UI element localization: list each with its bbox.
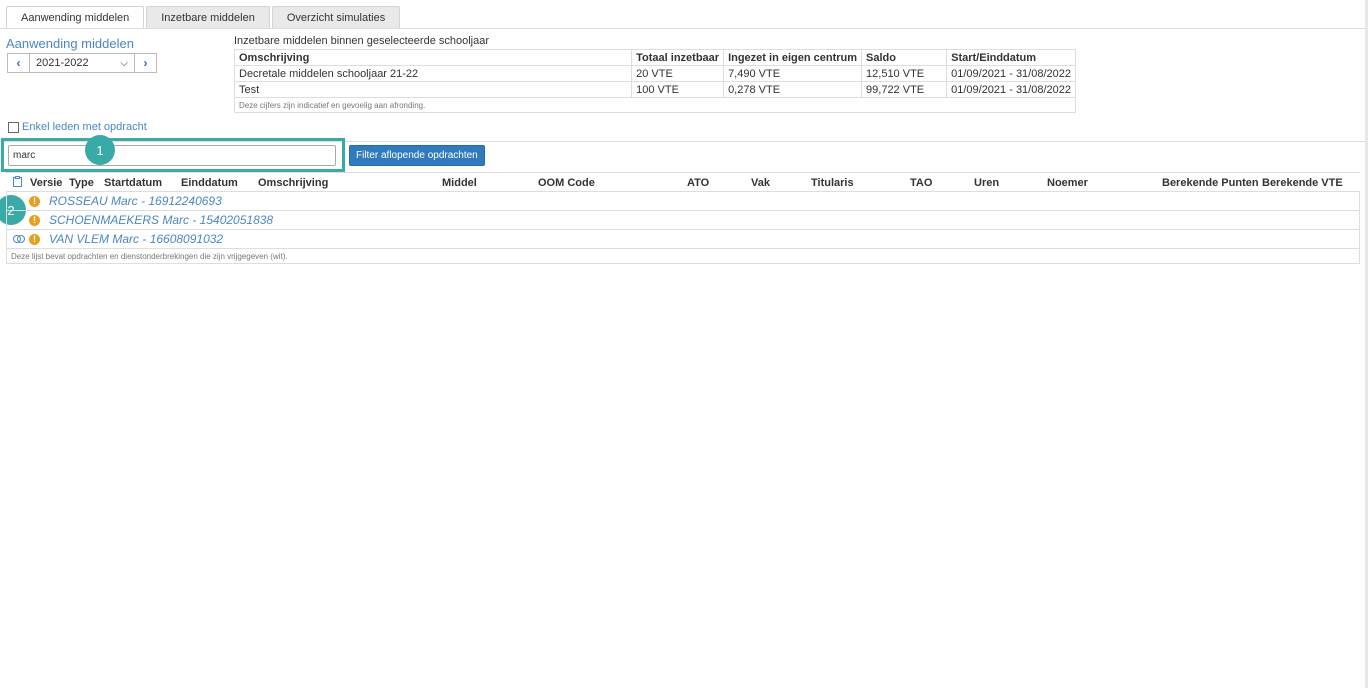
only-members-toggle[interactable]: Enkel leden met opdracht bbox=[8, 121, 147, 133]
summary-col-omschrijving: Omschrijving bbox=[233, 49, 633, 66]
table-row[interactable]: ! ROSSEAU Marc - 16912240693 bbox=[6, 192, 1360, 211]
tab-inzetbare-middelen[interactable]: Inzetbare middelen bbox=[146, 6, 270, 28]
summary-cell: 01/09/2021 - 31/08/2022 bbox=[946, 65, 1076, 82]
summary-cell: Decretale middelen schooljaar 21-22 bbox=[233, 65, 633, 82]
warning-icon: ! bbox=[29, 214, 40, 226]
col-type[interactable]: Type bbox=[69, 177, 94, 189]
table-row[interactable]: ! VAN VLEM Marc - 16608091032 bbox=[6, 230, 1360, 249]
summary-panel: Inzetbare middelen binnen geselecteerde … bbox=[233, 35, 1076, 113]
summary-cell: 100 VTE bbox=[631, 81, 725, 98]
row-icons: ! bbox=[7, 195, 49, 207]
step-badge-1: 1 bbox=[85, 135, 115, 165]
summary-table: Omschrijving Totaal inzetbaar Ingezet in… bbox=[233, 49, 1076, 113]
next-year-button[interactable]: › bbox=[134, 53, 157, 73]
tab-overzicht-simulaties[interactable]: Overzicht simulaties bbox=[271, 6, 401, 28]
summary-cell: 20 VTE bbox=[631, 65, 725, 82]
summary-cell: 01/09/2021 - 31/08/2022 bbox=[946, 81, 1076, 98]
person-link[interactable]: SCHOENMAEKERS Marc - 15402051838 bbox=[49, 213, 273, 227]
col-titularis[interactable]: Titularis bbox=[811, 177, 854, 189]
year-value: 2021-2022 bbox=[36, 57, 89, 69]
summary-header-row: Omschrijving Totaal inzetbaar Ingezet in… bbox=[233, 49, 1076, 66]
col-einddatum[interactable]: Einddatum bbox=[181, 177, 238, 189]
col-ato[interactable]: ATO bbox=[687, 177, 709, 189]
col-versie[interactable]: Versie bbox=[30, 177, 62, 189]
filter-expiring-button[interactable]: Filter aflopende opdrachten bbox=[349, 145, 485, 166]
summary-col-datum: Start/Einddatum bbox=[946, 49, 1076, 66]
summary-cell: 99,722 VTE bbox=[861, 81, 948, 98]
summary-col-ingezet: Ingezet in eigen centrum bbox=[723, 49, 863, 66]
summary-row: Decretale middelen schooljaar 21-22 20 V… bbox=[233, 65, 1076, 82]
link-icon[interactable] bbox=[13, 235, 25, 243]
summary-cell: 7,490 VTE bbox=[723, 65, 863, 82]
row-icons: ! bbox=[7, 233, 49, 245]
col-startdatum[interactable]: Startdatum bbox=[104, 177, 162, 189]
only-members-checkbox[interactable] bbox=[8, 121, 19, 133]
only-members-label: Enkel leden met opdracht bbox=[22, 121, 147, 133]
summary-row: Test 100 VTE 0,278 VTE 99,722 VTE 01/09/… bbox=[233, 81, 1076, 98]
summary-cell: 12,510 VTE bbox=[861, 65, 948, 82]
col-tao[interactable]: TAO bbox=[910, 177, 932, 189]
tab-bar: Aanwending middelen Inzetbare middelen O… bbox=[6, 6, 402, 28]
prev-year-button[interactable]: ‹ bbox=[7, 53, 30, 73]
table-row[interactable]: ! SCHOENMAEKERS Marc - 15402051838 bbox=[6, 211, 1360, 230]
year-selector: ‹ 2021-2022 ⌵ › bbox=[7, 53, 157, 73]
summary-title: Inzetbare middelen binnen geselecteerde … bbox=[234, 35, 490, 47]
summary-cell: Test bbox=[233, 81, 633, 98]
col-berekende-vte[interactable]: Berekende VTE bbox=[1262, 177, 1343, 189]
col-vak[interactable]: Vak bbox=[751, 177, 770, 189]
col-oom-code[interactable]: OOM Code bbox=[538, 177, 595, 189]
warning-icon: ! bbox=[29, 195, 40, 207]
summary-col-saldo: Saldo bbox=[861, 49, 948, 66]
chevron-down-icon: ⌵ bbox=[120, 57, 128, 69]
row-icons: ! bbox=[7, 214, 49, 226]
col-uren[interactable]: Uren bbox=[974, 177, 999, 189]
search-input[interactable] bbox=[8, 145, 336, 166]
col-berekende-punten[interactable]: Berekende Punten bbox=[1162, 177, 1259, 189]
page-title: Aanwending middelen bbox=[6, 36, 134, 51]
chevron-left-icon: ‹ bbox=[16, 56, 21, 70]
year-dropdown[interactable]: 2021-2022 ⌵ bbox=[30, 53, 134, 73]
clipboard-icon[interactable] bbox=[13, 176, 22, 190]
chevron-right-icon: › bbox=[143, 56, 148, 70]
summary-note: Deze cijfers zijn indicatief en gevoelig… bbox=[234, 97, 1076, 113]
tab-divider bbox=[0, 28, 1368, 29]
col-noemer[interactable]: Noemer bbox=[1047, 177, 1088, 189]
summary-note-row: Deze cijfers zijn indicatief en gevoelig… bbox=[234, 97, 1076, 113]
warning-icon: ! bbox=[29, 233, 40, 245]
person-link[interactable]: VAN VLEM Marc - 16608091032 bbox=[49, 232, 223, 246]
tab-aanwending-middelen[interactable]: Aanwending middelen bbox=[6, 6, 145, 28]
summary-cell: 0,278 VTE bbox=[723, 81, 863, 98]
col-omschrijving[interactable]: Omschrijving bbox=[258, 177, 328, 189]
assignments-grid: Versie Type Startdatum Einddatum Omschri… bbox=[6, 172, 1360, 264]
grid-header: Versie Type Startdatum Einddatum Omschri… bbox=[6, 172, 1360, 192]
grid-note: Deze lijst bevat opdrachten en dienstond… bbox=[6, 249, 1360, 264]
col-middel[interactable]: Middel bbox=[442, 177, 477, 189]
person-link[interactable]: ROSSEAU Marc - 16912240693 bbox=[49, 194, 222, 208]
summary-col-totaal: Totaal inzetbaar bbox=[631, 49, 725, 66]
